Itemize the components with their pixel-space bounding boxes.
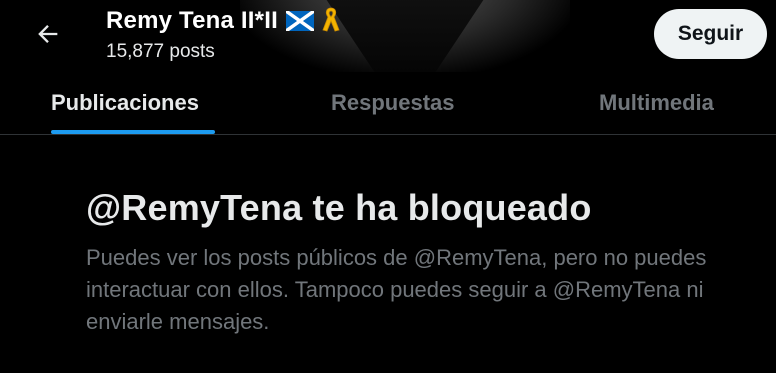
arrow-left-icon [38, 25, 58, 43]
scotland-flag-icon [285, 11, 314, 31]
blocked-description: Puedes ver los posts públicos de @RemyTe… [86, 245, 707, 334]
yellow-ribbon-icon [322, 7, 340, 32]
profile-title-block: Remy Tena II*II 15,877 posts [106, 6, 342, 64]
back-button[interactable] [28, 16, 68, 52]
tab-respuestas[interactable]: Respuestas [331, 72, 455, 134]
profile-tabs: Publicaciones Respuestas Multimedia [0, 72, 776, 135]
post-count: 15,877 posts [106, 41, 215, 62]
profile-header: Remy Tena II*II 15,877 posts Seguir [0, 0, 776, 72]
blocked-title: @RemyTena te ha bloqueado [86, 187, 592, 228]
display-name: Remy Tena II*II [106, 7, 278, 34]
tab-label: Multimedia [599, 90, 714, 115]
name-row: Remy Tena II*II [106, 6, 342, 36]
tab-multimedia[interactable]: Multimedia [599, 72, 714, 134]
blocked-notice: @RemyTena te ha bloqueado Puedes ver los… [86, 186, 736, 338]
active-tab-indicator [51, 130, 215, 134]
tab-label: Publicaciones [51, 90, 199, 115]
follow-button[interactable]: Seguir [654, 9, 767, 59]
tab-publicaciones[interactable]: Publicaciones [51, 72, 215, 134]
profile-page: Remy Tena II*II 15,877 posts Seguir Publ… [0, 0, 776, 373]
tab-label: Respuestas [331, 90, 455, 115]
